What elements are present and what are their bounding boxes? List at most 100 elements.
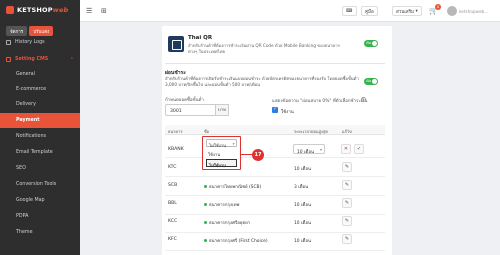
edit-button[interactable]: ✎ [342,216,352,226]
table-row [165,214,385,233]
toggle-label: เปิด [366,79,372,83]
sidebar-item-label: Theme [16,230,33,235]
keyboard-icon[interactable]: ⌨ [342,6,357,16]
term-value: 3 เดือน [294,185,309,190]
brand-suffix: web [52,6,69,14]
status-dot-icon [204,239,207,242]
bank-code: KBANK [168,147,184,152]
step-callout-badge: 17 [252,149,264,161]
sidebar-item-general[interactable]: General [0,67,80,82]
sidebar-item-label: Delivery [16,102,36,107]
edit-button[interactable]: ✎ [342,234,352,244]
gear-icon [6,57,11,62]
status-option-inactive[interactable]: ไม่ใช้งาน [206,159,237,168]
brand-logo[interactable]: KETSHOPweb [6,6,68,14]
hamburger-menu-icon[interactable]: ☰ [86,7,92,15]
sidebar-item-google-map[interactable]: Google Map [0,193,80,208]
bank-code: KTC [168,165,177,170]
store-menu-label: ส่วนเสริม [396,9,415,15]
zero-rate-label: แสดงข้อความ "ผ่อนสบาย 0%" ที่ตัวเลือกชำร… [272,99,368,104]
brand-name: KETSHOP [17,6,53,14]
min-amount-input[interactable]: 3001 [165,104,220,116]
table-header [165,125,385,135]
sidebar-item-history-logs[interactable]: History Logs [0,35,80,50]
status-select[interactable]: ไม่ใช้งาน ▾ [206,139,237,148]
info-icon[interactable]: i [361,97,366,102]
sidebar-item-label: History Logs [15,40,45,45]
bank-name: ธนาคารกรุงศรี (First Choice) [204,237,268,244]
sidebar-item-label: Google Map [16,198,45,203]
sidebar-item-label: Payment [16,118,40,123]
bank-code: BBL [168,201,177,206]
bank-code: SCB [168,183,178,188]
column-header-bank: ธนาคาร [168,129,183,134]
divider [165,63,385,64]
sidebar: KETSHOPweb จัดการ ปรับแต่ง History Logs … [0,0,80,255]
edit-button[interactable]: ✎ [342,180,352,190]
column-header-term: ระยะเวลาผ่อนสูงสุด [294,129,329,134]
sidebar-item-payment[interactable]: Payment [0,113,80,128]
bank-name: ธนาคารไทยพาณิชย์ (SCB) [204,183,261,190]
sidebar-item-notifications[interactable]: Notifications [0,129,80,144]
bank-code: KFC [168,237,177,242]
bank-code: KCC [168,219,178,224]
chevron-down-icon: ▾ [232,141,235,146]
sidebar-item-delivery[interactable]: Delivery [0,97,80,112]
sidebar-item-label: PDPA [16,214,29,219]
thai-qr-toggle[interactable]: เปิด [364,40,378,47]
term-select-value: 10 เดือน [297,149,314,155]
sidebar-item-pdpa[interactable]: PDPA [0,209,80,224]
sidebar-item-label: E-commerce [16,87,47,92]
status-option-active[interactable]: ใช้งาน [206,149,237,157]
grid-icon[interactable]: ⊞ [101,7,107,15]
sidebar-item-label: Notifications [16,134,47,139]
guide-label: คู่มือ [365,9,374,15]
installment-toggle[interactable]: เปิด [364,78,378,85]
history-icon [6,40,11,45]
term-value: 10 เดือน [294,221,311,226]
sidebar-item-label: Email Template [16,150,53,155]
sidebar-item-theme[interactable]: Theme [0,225,80,240]
avatar[interactable] [447,6,457,16]
table-row [165,232,385,251]
sidebar-item-label: Conversion Tools [16,182,57,187]
confirm-button[interactable]: ✓ [354,144,364,154]
min-amount-unit: บาท [215,104,229,116]
column-header-edit: แก้ไข [342,129,352,134]
thai-qr-title: Thai QR [188,35,213,41]
thai-qr-logo [168,36,184,52]
zero-rate-checkbox[interactable]: ✓ [272,107,278,113]
sidebar-item-conversion-tools[interactable]: Conversion Tools [0,177,80,192]
store-menu-button[interactable]: ส่วนเสริม ▾ [392,6,422,16]
guide-button[interactable]: คู่มือ [361,6,378,16]
sidebar-item-setting-cms[interactable]: Setting CMS ⌃ [0,52,80,67]
status-dot-icon [204,185,207,188]
status-dot-icon [204,203,207,206]
logo-icon [6,6,14,14]
table-row [165,196,385,215]
installment-description: สำหรับร้านค้าที่ต้องการเปิดรับชำระเงินแบ… [165,76,359,87]
toggle-label: เปิด [366,41,372,45]
thai-qr-description: สำหรับร้านค้าที่ต้องการชำระเงินผ่าน QR C… [188,43,340,54]
table-row [165,158,385,177]
term-value: 10 เดือน [294,203,311,208]
status-select-value: ไม่ใช้งาน [209,142,227,148]
sidebar-item-label: SEO [16,166,26,171]
bank-name: ธนาคารกรุงศรีอยุธยา [204,219,250,226]
chevron-up-icon: ⌃ [69,56,74,63]
sidebar-item-email-template[interactable]: Email Template [0,145,80,160]
sidebar-item-seo[interactable]: SEO [0,161,80,176]
min-amount-label: กำหนดยอดซื้อขั้นต่ำ [165,98,204,103]
bank-name: ธนาคารกรุงเทพ [204,201,239,208]
table-row [165,139,385,158]
user-name[interactable]: ketshopweb... [459,9,488,14]
edit-button[interactable]: ✎ [342,198,352,208]
sidebar-item-label: General [16,72,35,77]
table-row [165,177,385,196]
term-select[interactable]: 10 เดือน ▾ [293,144,325,155]
edit-button[interactable]: ✎ [342,162,352,172]
sidebar-item-ecommerce[interactable]: E-commerce [0,82,80,97]
status-dot-icon [204,221,207,224]
cancel-button[interactable]: ✕ [341,144,351,154]
chevron-down-icon: ▾ [319,147,322,152]
